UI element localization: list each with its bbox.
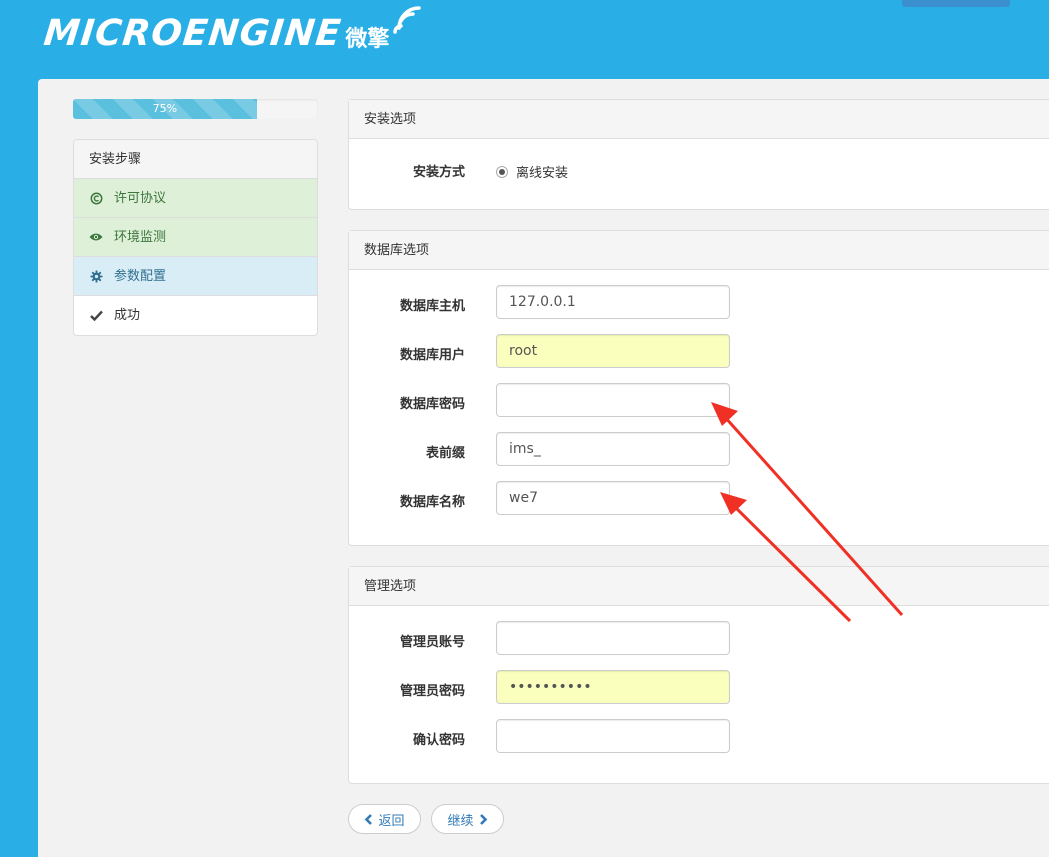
db-user-input[interactable] (496, 334, 730, 368)
next-button[interactable]: 继续 (431, 804, 504, 834)
db-prefix-label: 表前缀 (425, 446, 465, 461)
chevron-right-icon (479, 813, 487, 825)
offline-install-option[interactable]: 离线安装 (496, 162, 568, 181)
database-options-heading: 数据库选项 (349, 231, 1049, 270)
copyright-icon (89, 191, 103, 205)
signal-waves-icon (393, 6, 422, 34)
eye-icon (89, 230, 103, 244)
next-button-label: 继续 (447, 813, 474, 829)
logo-chinese: 微擎 (345, 27, 390, 52)
install-container: 75% 安装步骤 许可协议 环境监测 参数配置 成功 安装选项 安装方式 离线安… (38, 79, 1049, 857)
db-user-label: 数据库用户 (399, 348, 465, 363)
app-header: MICROENGINE 微擎 (0, 0, 1049, 79)
install-steps-panel: 安装步骤 许可协议 环境监测 参数配置 成功 (73, 139, 318, 336)
logo-wordmark: MICROENGINE (41, 12, 344, 54)
admin-password-label: 管理员密码 (399, 684, 465, 699)
admin-options-heading: 管理选项 (349, 567, 1049, 606)
db-password-row: 数据库密码 (349, 383, 1049, 432)
microengine-logo[interactable]: MICROENGINE 微擎 (41, 6, 423, 58)
confirm-password-row: 确认密码 (349, 719, 1049, 768)
install-options-heading: 安装选项 (349, 100, 1049, 139)
step-label: 环境监测 (114, 229, 167, 245)
install-options-panel: 安装选项 安装方式 离线安装 (348, 99, 1049, 210)
install-method-label: 安装方式 (412, 165, 465, 180)
progress-fill: 75% (73, 99, 257, 119)
top-right-button[interactable] (902, 0, 1010, 7)
db-name-row: 数据库名称 (349, 481, 1049, 530)
db-password-input[interactable] (496, 383, 730, 417)
db-host-label: 数据库主机 (399, 299, 465, 314)
confirm-password-label: 确认密码 (412, 733, 465, 748)
admin-account-label: 管理员账号 (399, 635, 465, 650)
step-label: 成功 (114, 308, 141, 323)
step-label: 参数配置 (114, 268, 167, 284)
gear-icon (89, 269, 103, 283)
db-name-label: 数据库名称 (399, 495, 465, 510)
admin-options-panel: 管理选项 管理员账号 管理员密码 确认密码 (348, 566, 1049, 784)
db-prefix-input[interactable] (496, 432, 730, 466)
db-password-label: 数据库密码 (399, 397, 465, 412)
db-name-input[interactable] (496, 481, 730, 515)
offline-install-radio[interactable] (496, 165, 508, 178)
db-host-row: 数据库主机 (349, 285, 1049, 334)
step-config[interactable]: 参数配置 (74, 257, 317, 296)
back-button-label: 返回 (378, 813, 405, 829)
confirm-password-input[interactable] (496, 719, 730, 753)
db-user-row: 数据库用户 (349, 334, 1049, 383)
db-host-input[interactable] (496, 285, 730, 319)
check-icon (89, 309, 103, 323)
steps-heading: 安装步骤 (74, 140, 317, 179)
database-options-panel: 数据库选项 数据库主机 数据库用户 数据库密码 表前缀 数据库名称 (348, 230, 1049, 546)
admin-account-row: 管理员账号 (349, 621, 1049, 670)
back-button[interactable]: 返回 (348, 804, 421, 834)
db-prefix-row: 表前缀 (349, 432, 1049, 481)
offline-install-label: 离线安装 (516, 166, 569, 181)
install-progress-bar: 75% (73, 99, 318, 119)
install-method-row: 安装方式 离线安装 (349, 160, 1049, 209)
admin-password-input[interactable] (496, 670, 730, 704)
step-environment[interactable]: 环境监测 (74, 218, 317, 257)
admin-password-row: 管理员密码 (349, 670, 1049, 719)
step-license[interactable]: 许可协议 (74, 179, 317, 218)
step-success[interactable]: 成功 (74, 296, 317, 335)
admin-account-input[interactable] (496, 621, 730, 655)
chevron-left-icon (365, 813, 373, 825)
step-label: 许可协议 (114, 190, 167, 206)
